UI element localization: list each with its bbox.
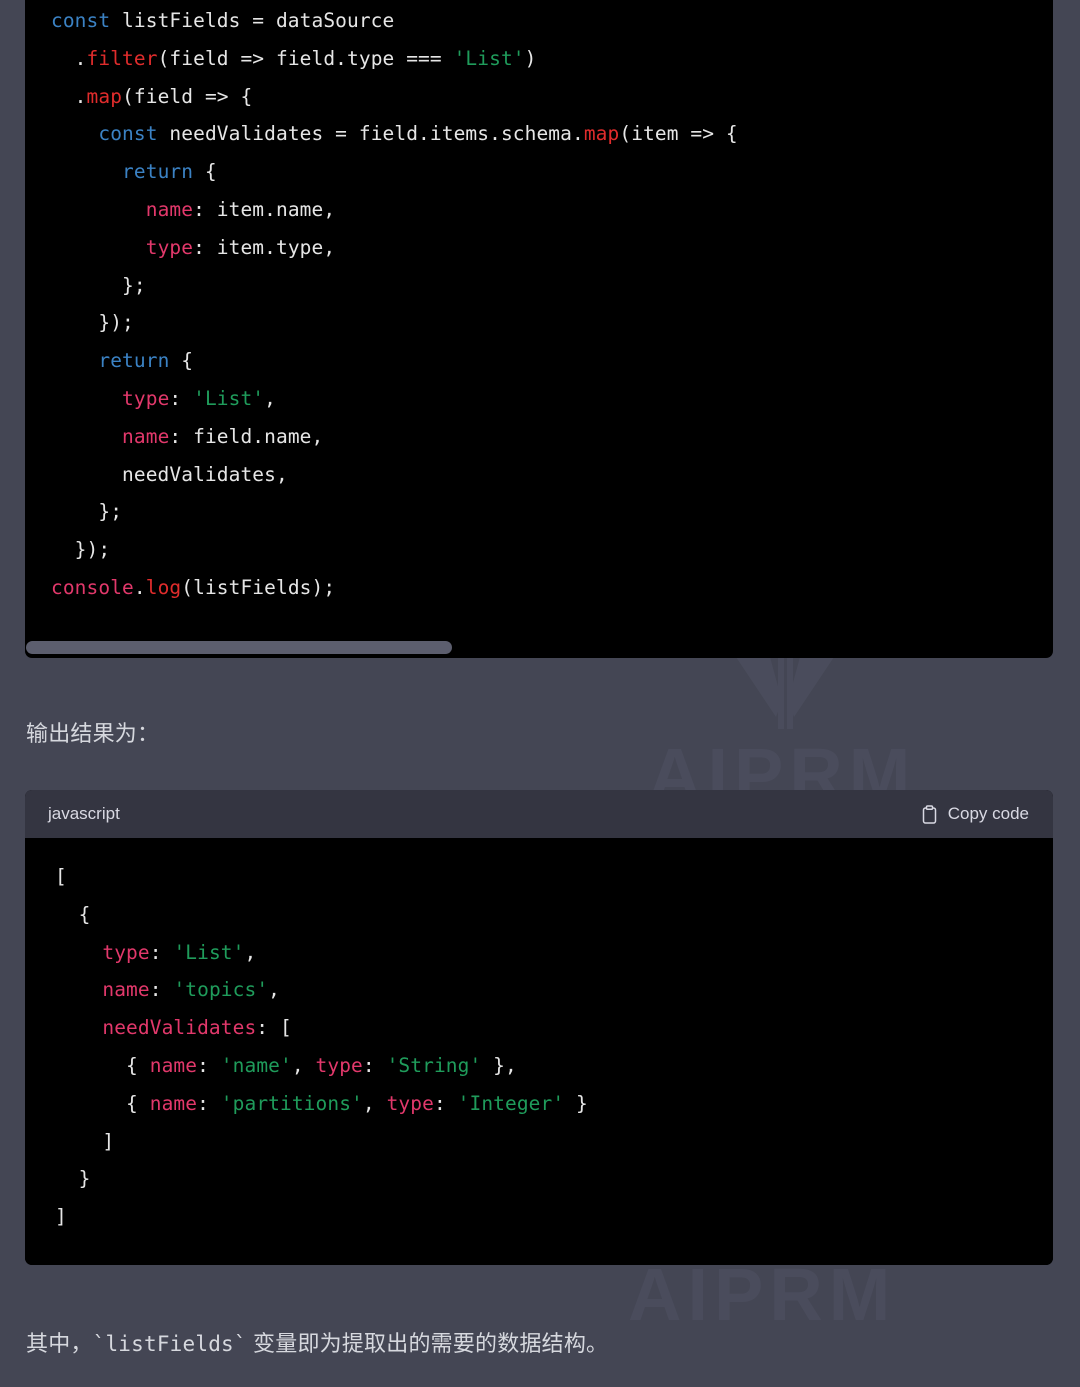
- conclusion-suffix: 变量即为提取出的需要的数据结构。: [246, 1331, 609, 1356]
- code-block-output: javascript Copy code [ { type: 'List', n…: [25, 790, 1053, 1265]
- conclusion-code-ref: `listFields`: [92, 1332, 247, 1356]
- scrollbar-thumb[interactable]: [26, 641, 452, 654]
- paragraph-conclusion: 其中，`listFields` 变量即为提取出的需要的数据结构。: [26, 1328, 608, 1360]
- code-content-output: [ { type: 'List', name: 'topics', needVa…: [55, 865, 588, 1229]
- paragraph-output-intro: 输出结果为：: [26, 721, 160, 746]
- copy-code-button[interactable]: Copy code: [921, 804, 1037, 824]
- chat-message-body: const listFields = dataSource .filter(fi…: [0, 0, 1080, 1387]
- clipboard-icon: [921, 804, 938, 824]
- code-block-source: const listFields = dataSource .filter(fi…: [25, 0, 1053, 658]
- code-content-source: const listFields = dataSource .filter(fi…: [51, 9, 738, 599]
- copy-code-label: Copy code: [947, 804, 1029, 823]
- code-language-label: javascript: [48, 804, 120, 823]
- code-block-horizontal-scrollbar[interactable]: [25, 639, 1053, 655]
- code-block-header: javascript Copy code: [25, 790, 1053, 838]
- conclusion-prefix: 其中，: [26, 1331, 93, 1356]
- code-block-output-body: [ { type: 'List', name: 'topics', needVa…: [25, 838, 1053, 1265]
